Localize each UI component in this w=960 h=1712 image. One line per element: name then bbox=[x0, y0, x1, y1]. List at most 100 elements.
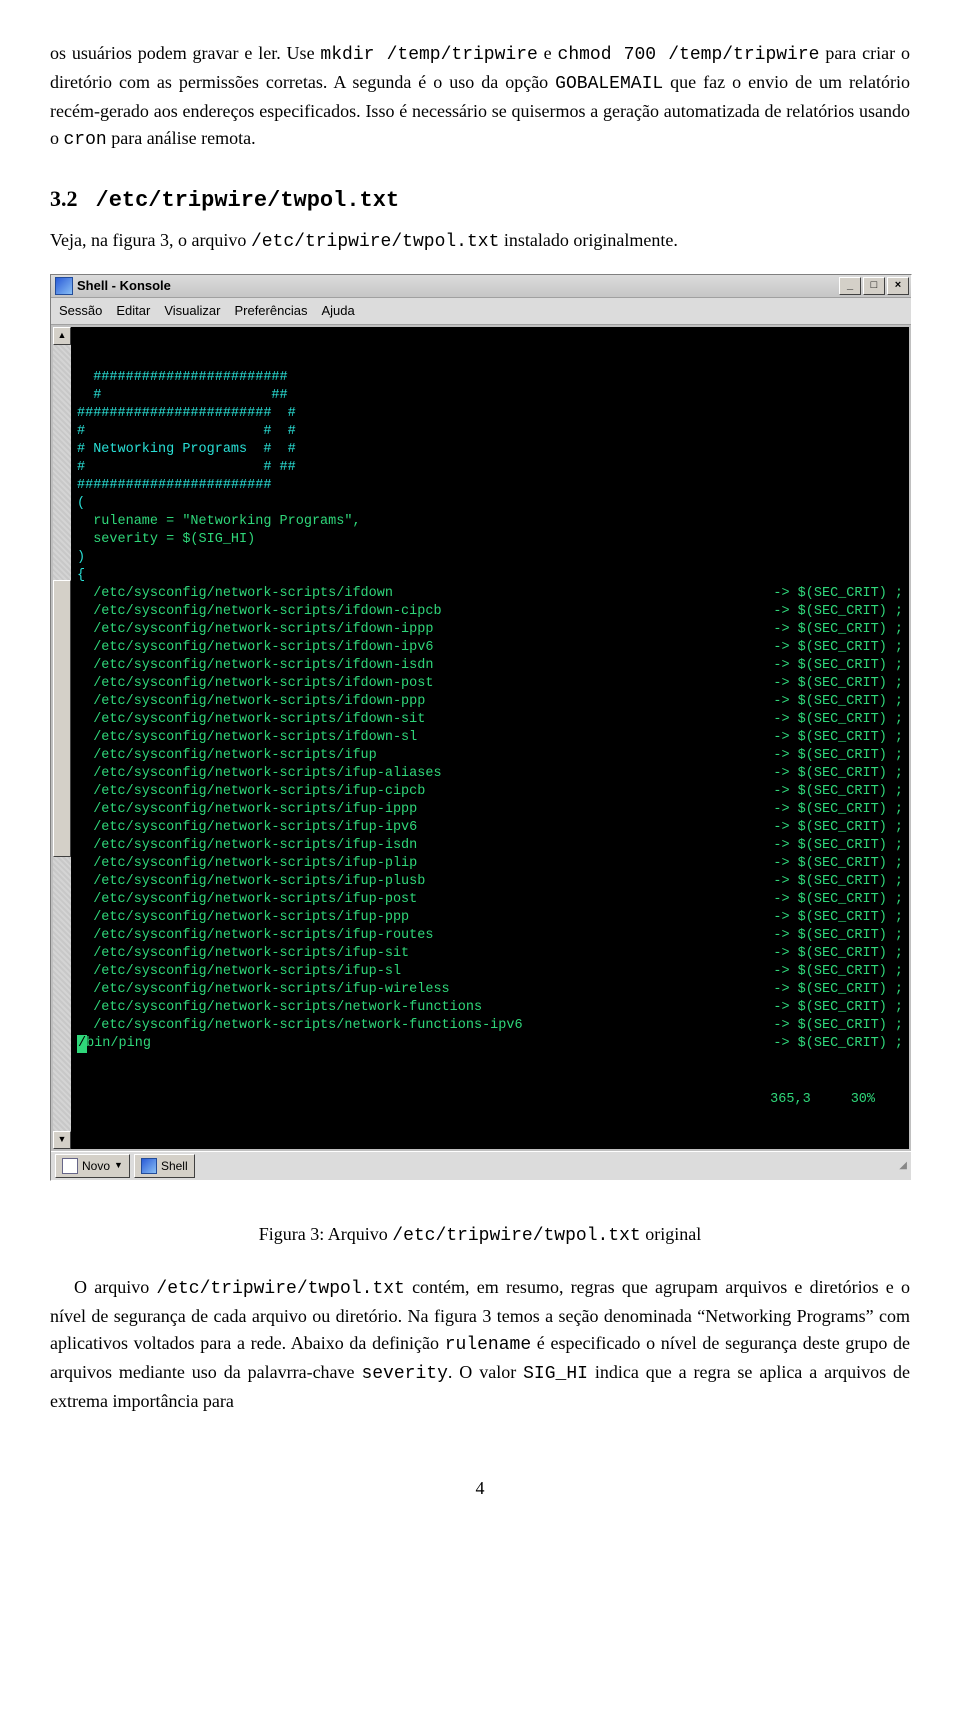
intro-text-1: os usuários podem gravar e ler. Use bbox=[50, 43, 320, 63]
new-button-label: Novo bbox=[82, 1157, 110, 1175]
p2-file: /etc/tripwire/twpol.txt bbox=[156, 1279, 404, 1299]
term-entry-row: /etc/sysconfig/network-scripts/ifup-plip… bbox=[77, 855, 903, 873]
term-entry-path: /etc/sysconfig/network-scripts/ifup-isdn bbox=[77, 837, 417, 855]
dropdown-icon: ▼ bbox=[114, 1159, 123, 1173]
term-entry-right: -> $(SEC_CRIT) ; bbox=[773, 693, 903, 711]
p2-sighi: SIG_HI bbox=[523, 1364, 588, 1384]
term-entry-row: /etc/sysconfig/network-scripts/ifdown-pp… bbox=[77, 693, 903, 711]
term-entry-path: /etc/sysconfig/network-scripts/network-f… bbox=[77, 999, 482, 1017]
section-text-2: instalado originalmente. bbox=[499, 230, 677, 250]
term-entry-row: /etc/sysconfig/network-scripts/ifdown-ip… bbox=[77, 639, 903, 657]
p2-severity: severity bbox=[361, 1364, 447, 1384]
menu-visualizar[interactable]: Visualizar bbox=[164, 301, 220, 321]
cursor-position: 365,3 bbox=[770, 1091, 811, 1109]
term-entry-path: /etc/sysconfig/network-scripts/ifup bbox=[77, 747, 377, 765]
term-entry-path: /etc/sysconfig/network-scripts/ifdown bbox=[77, 585, 393, 603]
shell-tab-label: Shell bbox=[161, 1157, 188, 1175]
minimize-button[interactable]: _ bbox=[839, 277, 861, 295]
term-line: # # # bbox=[77, 423, 903, 441]
maximize-button[interactable]: □ bbox=[863, 277, 885, 295]
figure-caption: Figura 3: Arquivo /etc/tripwire/twpol.tx… bbox=[50, 1221, 910, 1250]
scroll-up-button[interactable]: ▲ bbox=[53, 327, 71, 345]
document-icon bbox=[62, 1158, 78, 1174]
menubar: Sessão Editar Visualizar Preferências Aj… bbox=[51, 298, 911, 325]
scroll-track[interactable] bbox=[53, 345, 71, 1131]
term-cursor-row: /bin/ping-> $(SEC_CRIT) ; bbox=[77, 1035, 903, 1053]
p2-rulename: rulename bbox=[445, 1335, 531, 1355]
term-entry-right: -> $(SEC_CRIT) ; bbox=[773, 873, 903, 891]
bottombar: Novo ▼ Shell ◢ bbox=[51, 1151, 911, 1180]
konsole-window: Shell - Konsole _ □ × Sessão Editar Visu… bbox=[50, 274, 912, 1181]
term-entry-right: -> $(SEC_CRIT) ; bbox=[773, 945, 903, 963]
term-entry-path: /etc/sysconfig/network-scripts/network-f… bbox=[77, 1017, 523, 1035]
term-entry-right: -> $(SEC_CRIT) ; bbox=[773, 657, 903, 675]
figure-file: /etc/tripwire/twpol.txt bbox=[392, 1226, 640, 1246]
term-entry-row: /etc/sysconfig/network-scripts/ifup -> $(… bbox=[77, 747, 903, 765]
term-line: # # ## bbox=[77, 459, 903, 477]
term-entry-right: -> $(SEC_CRIT) ; bbox=[773, 747, 903, 765]
term-entry-right: -> $(SEC_CRIT) ; bbox=[773, 585, 903, 603]
term-entry-path: /etc/sysconfig/network-scripts/ifdown-ip… bbox=[77, 639, 433, 657]
resize-grip-icon[interactable]: ◢ bbox=[899, 1158, 907, 1173]
term-entry-right: -> $(SEC_CRIT) ; bbox=[773, 603, 903, 621]
menu-editar[interactable]: Editar bbox=[116, 301, 150, 321]
term-entry-right: -> $(SEC_CRIT) ; bbox=[773, 801, 903, 819]
term-entry-row: /etc/sysconfig/network-scripts/ifup-wire… bbox=[77, 981, 903, 999]
term-entry-row: /etc/sysconfig/network-scripts/ifup-ippp… bbox=[77, 801, 903, 819]
term-entry-row: /etc/sysconfig/network-scripts/ifup-sl->… bbox=[77, 963, 903, 981]
menu-preferencias[interactable]: Preferências bbox=[234, 301, 307, 321]
scroll-percent: 30% bbox=[851, 1091, 875, 1109]
term-entry-right: -> $(SEC_CRIT) ; bbox=[773, 837, 903, 855]
term-entry-right: -> $(SEC_CRIT) ; bbox=[773, 981, 903, 999]
term-entry-right: -> $(SEC_CRIT) ; bbox=[773, 675, 903, 693]
term-entry-row: /etc/sysconfig/network-scripts/ifdown-po… bbox=[77, 675, 903, 693]
term-entry-row: /etc/sysconfig/network-scripts/network-f… bbox=[77, 999, 903, 1017]
term-entry-right: -> $(SEC_CRIT) ; bbox=[773, 963, 903, 981]
scrollbar[interactable]: ▲ ▼ bbox=[53, 327, 71, 1149]
new-session-button[interactable]: Novo ▼ bbox=[55, 1154, 130, 1178]
figure-label-a: Figura 3: Arquivo bbox=[259, 1224, 393, 1244]
term-entry-row: /etc/sysconfig/network-scripts/ifup-sit-… bbox=[77, 945, 903, 963]
term-entry-path: /etc/sysconfig/network-scripts/ifup-plip bbox=[77, 855, 417, 873]
term-entry-path: /etc/sysconfig/network-scripts/ifup-ippp bbox=[77, 801, 417, 819]
term-entry-right: -> $(SEC_CRIT) ; bbox=[773, 639, 903, 657]
term-entry-right: -> $(SEC_CRIT) ; bbox=[773, 1017, 903, 1035]
term-entry-row: /etc/sysconfig/network-scripts/ifdown-ci… bbox=[77, 603, 903, 621]
term-entry-path: /etc/sysconfig/network-scripts/ifdown-sl bbox=[77, 729, 417, 747]
term-entry-path: /etc/sysconfig/network-scripts/ifdown-is… bbox=[77, 657, 433, 675]
term-entry-right: -> $(SEC_CRIT) ; bbox=[773, 711, 903, 729]
term-entry-path: /etc/sysconfig/network-scripts/ifup-cipc… bbox=[77, 783, 425, 801]
term-entry-right: -> $(SEC_CRIT) ; bbox=[773, 891, 903, 909]
section-heading: 3.2/etc/tripwire/twpol.txt bbox=[50, 182, 910, 217]
intro-paragraph: os usuários podem gravar e ler. Use mkdi… bbox=[50, 40, 910, 154]
cmd-mkdir: mkdir /temp/tripwire bbox=[320, 45, 537, 65]
terminal-area[interactable]: ######################## # #############… bbox=[71, 327, 909, 1149]
term-line: rulename = "Networking Programs", bbox=[77, 513, 903, 531]
term-entry-row: /etc/sysconfig/network-scripts/network-f… bbox=[77, 1017, 903, 1035]
term-line: ######################## # bbox=[77, 405, 903, 423]
term-line: # ## bbox=[77, 387, 903, 405]
term-entry-path: /etc/sysconfig/network-scripts/ifup-ppp bbox=[77, 909, 409, 927]
titlebar[interactable]: Shell - Konsole _ □ × bbox=[51, 275, 911, 298]
term-line: ######################## bbox=[77, 477, 903, 495]
term-entry-row: /etc/sysconfig/network-scripts/ifdown-ip… bbox=[77, 621, 903, 639]
menu-ajuda[interactable]: Ajuda bbox=[321, 301, 354, 321]
close-button[interactable]: × bbox=[887, 277, 909, 295]
term-line: ) bbox=[77, 549, 903, 567]
section-intro: Veja, na figura 3, o arquivo /etc/tripwi… bbox=[50, 227, 910, 256]
scroll-down-button[interactable]: ▼ bbox=[53, 1131, 71, 1149]
konsole-icon bbox=[55, 277, 73, 295]
shell-tab-button[interactable]: Shell bbox=[134, 1154, 195, 1178]
shell-icon bbox=[141, 1158, 157, 1174]
body-paragraph-2: O arquivo /etc/tripwire/twpol.txt contém… bbox=[50, 1274, 910, 1415]
p2-text-1: O arquivo bbox=[74, 1277, 156, 1297]
figure-label-b: original bbox=[641, 1224, 702, 1244]
term-entry-right: -> $(SEC_CRIT) ; bbox=[773, 621, 903, 639]
section-number: 3.2 bbox=[50, 186, 78, 211]
term-entry-row: /etc/sysconfig/network-scripts/ifup-plus… bbox=[77, 873, 903, 891]
menu-sessao[interactable]: Sessão bbox=[59, 301, 102, 321]
scroll-thumb[interactable] bbox=[53, 580, 71, 857]
term-entry-right: -> $(SEC_CRIT) ; bbox=[773, 765, 903, 783]
term-entry-row: /etc/sysconfig/network-scripts/ifup-ipv6… bbox=[77, 819, 903, 837]
term-entry-right: -> $(SEC_CRIT) ; bbox=[773, 819, 903, 837]
